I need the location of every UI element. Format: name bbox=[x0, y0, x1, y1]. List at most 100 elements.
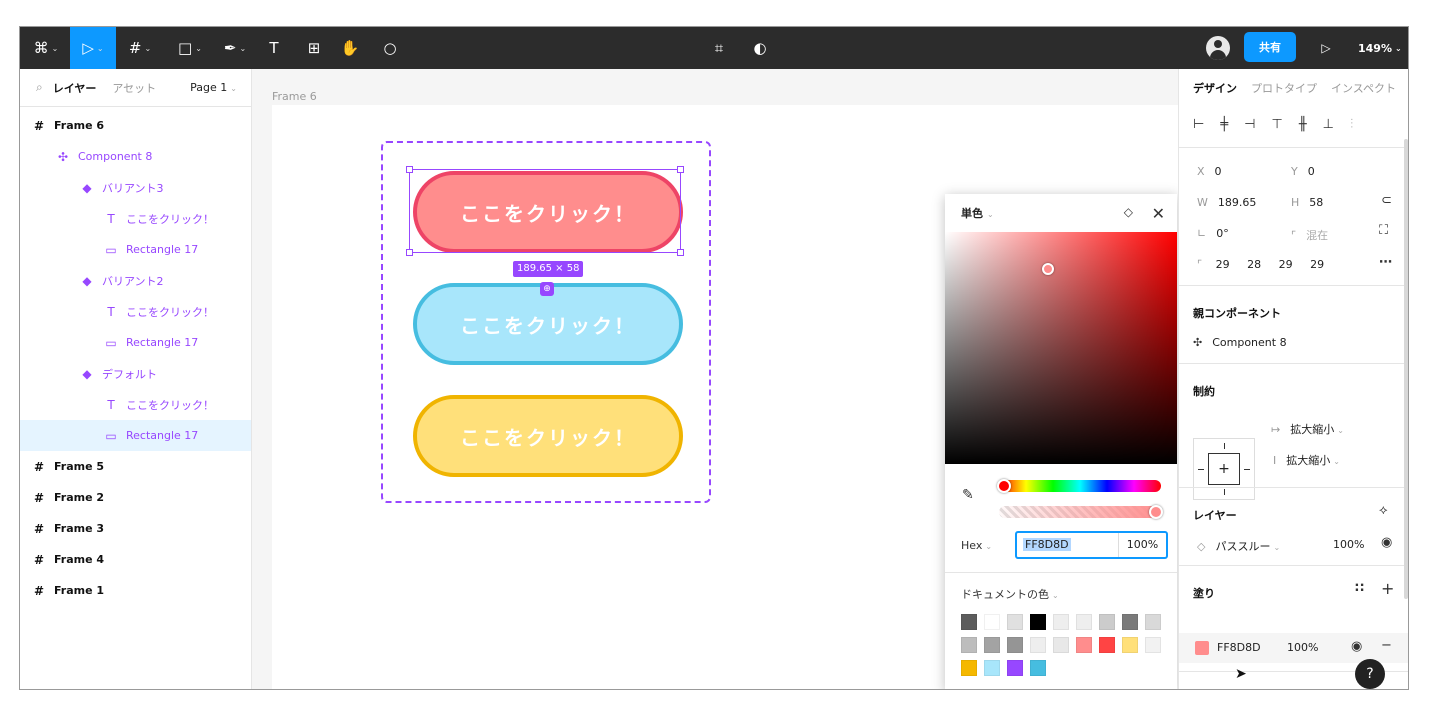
hue-slider[interactable] bbox=[997, 479, 1161, 493]
layer-item[interactable]: ◆ デフォルト bbox=[20, 358, 251, 389]
resize-handle[interactable] bbox=[406, 166, 413, 173]
hex-input[interactable]: FF8D8D 100% bbox=[1015, 531, 1168, 559]
layer-item[interactable]: T ここをクリック！ bbox=[20, 296, 251, 327]
opacity-slider[interactable] bbox=[999, 505, 1163, 519]
color-swatch[interactable] bbox=[961, 614, 977, 630]
constraint-widget[interactable]: + bbox=[1193, 438, 1255, 500]
color-swatch[interactable] bbox=[1030, 637, 1046, 653]
tab-layers[interactable]: レイヤー bbox=[53, 80, 97, 96]
color-swatch[interactable] bbox=[984, 637, 1000, 653]
fill-type-dropdown[interactable]: 単色 ⌄ bbox=[961, 205, 994, 221]
frame-name-label[interactable]: Frame 6 bbox=[272, 90, 317, 103]
hand-tool-button[interactable]: ✋ bbox=[336, 27, 364, 69]
height-field[interactable]: H 58 bbox=[1291, 196, 1323, 209]
component-set-outline[interactable]: ここをクリック！ ここをクリック！ ここをクリック！ 189.65 × 58 ⊕ bbox=[381, 141, 711, 503]
fill-row[interactable]: FF8D8D 100% ◉ − bbox=[1179, 633, 1408, 663]
saturation-value-square[interactable] bbox=[945, 232, 1177, 464]
layer-item[interactable]: T ここをクリック！ bbox=[20, 389, 251, 420]
layer-item[interactable]: # Frame 6 bbox=[20, 110, 251, 141]
alpha-input[interactable]: 100% bbox=[1118, 533, 1166, 557]
search-icon[interactable]: ⌕ bbox=[36, 80, 43, 95]
page-selector[interactable]: Page 1 ⌄ bbox=[190, 81, 237, 94]
layer-item[interactable]: # Frame 2 bbox=[20, 482, 251, 513]
tab-inspect[interactable]: インスペクト bbox=[1331, 80, 1396, 96]
pen-tool-button[interactable]: ✒ ⌄ bbox=[215, 27, 255, 69]
color-swatch[interactable] bbox=[1053, 637, 1069, 653]
resize-handle[interactable] bbox=[677, 166, 684, 173]
blend-drop-icon[interactable]: ◇ bbox=[1124, 205, 1133, 219]
tab-assets[interactable]: アセット bbox=[112, 80, 156, 96]
component-tools-button[interactable]: ⌗ bbox=[705, 27, 733, 69]
color-swatch[interactable] bbox=[1076, 637, 1092, 653]
color-swatch[interactable] bbox=[1076, 614, 1092, 630]
color-knob[interactable] bbox=[1042, 263, 1054, 275]
width-field[interactable]: W 189.65 bbox=[1197, 196, 1256, 209]
eyedropper-icon[interactable]: ✎ bbox=[962, 487, 974, 503]
zoom-dropdown[interactable]: 149% ⌄ bbox=[1358, 27, 1402, 69]
y-field[interactable]: Y0 bbox=[1291, 165, 1315, 178]
hue-knob[interactable] bbox=[997, 479, 1011, 493]
crosshair-icon[interactable]: ⊕ bbox=[540, 282, 554, 296]
add-fill-icon[interactable]: + bbox=[1381, 579, 1394, 598]
resize-handle[interactable] bbox=[406, 249, 413, 256]
blend-mode-dropdown[interactable]: ◇ パススルー ⌄ bbox=[1197, 538, 1280, 554]
canvas[interactable]: Frame 6 ここをクリック！ ここをクリック！ ここをクリック！ 189.6… bbox=[252, 69, 1178, 689]
text-tool-button[interactable]: T bbox=[260, 27, 288, 69]
color-swatch[interactable] bbox=[1030, 614, 1046, 630]
radius-top-right[interactable]: 28 bbox=[1247, 258, 1261, 271]
layer-item[interactable]: # Frame 3 bbox=[20, 513, 251, 544]
comment-tool-button[interactable]: ○ bbox=[376, 27, 404, 69]
hex-value[interactable]: FF8D8D bbox=[1023, 538, 1071, 551]
layer-opacity-field[interactable]: 100% bbox=[1333, 538, 1364, 551]
radius-top-left[interactable]: 29 bbox=[1216, 258, 1230, 271]
present-button[interactable]: ▷ bbox=[1312, 27, 1340, 69]
color-swatch[interactable] bbox=[1122, 614, 1138, 630]
align-center-h-icon[interactable]: ╪ bbox=[1220, 117, 1228, 132]
frame-tool-button[interactable]: # ⌄ bbox=[120, 27, 160, 69]
layer-item[interactable]: T ここをクリック！ bbox=[20, 203, 251, 234]
corner-radius-field[interactable]: ⌜ 混在 bbox=[1291, 227, 1328, 243]
layer-item[interactable]: ▭ Rectangle 17 bbox=[20, 327, 251, 358]
tab-prototype[interactable]: プロトタイプ bbox=[1251, 80, 1317, 96]
move-tool-button[interactable]: ▷ ⌄ bbox=[70, 27, 116, 69]
document-colors-dropdown[interactable]: ドキュメントの色 ⌄ bbox=[961, 586, 1059, 602]
color-swatch[interactable] bbox=[1007, 660, 1023, 676]
radius-bottom-left[interactable]: 29 bbox=[1310, 258, 1324, 271]
distribute-icon[interactable]: ⫶ bbox=[1350, 117, 1353, 132]
color-swatch[interactable] bbox=[1007, 614, 1023, 630]
shape-tool-button[interactable]: □ ⌄ bbox=[170, 27, 210, 69]
horizontal-constraint-dropdown[interactable]: ↦ 拡大縮小 ⌄ bbox=[1271, 421, 1344, 437]
align-bottom-icon[interactable]: ⊥ bbox=[1323, 117, 1334, 132]
constraint-center[interactable]: + bbox=[1208, 453, 1240, 485]
color-swatch[interactable] bbox=[1030, 660, 1046, 676]
independent-corners-icon[interactable]: ⛶ bbox=[1379, 223, 1388, 238]
parent-component-link[interactable]: ✣ Component 8 bbox=[1193, 336, 1287, 349]
close-icon[interactable]: ✕ bbox=[1152, 204, 1165, 223]
layer-item[interactable]: # Frame 1 bbox=[20, 575, 251, 606]
opacity-knob[interactable] bbox=[1149, 505, 1163, 519]
avatar[interactable] bbox=[1206, 36, 1230, 60]
eye-icon[interactable]: ◉ bbox=[1351, 639, 1362, 654]
color-swatch[interactable] bbox=[1145, 637, 1161, 653]
align-center-v-icon[interactable]: ╫ bbox=[1299, 117, 1307, 132]
color-format-dropdown[interactable]: Hex ⌄ bbox=[961, 539, 992, 552]
share-button[interactable]: 共有 bbox=[1244, 32, 1296, 62]
constrain-proportions-icon[interactable]: ⊂ bbox=[1381, 193, 1392, 208]
color-swatch[interactable] bbox=[961, 660, 977, 676]
component-swap-icon[interactable]: ⟡ bbox=[1379, 503, 1388, 518]
tab-design[interactable]: デザイン bbox=[1193, 80, 1237, 96]
help-button[interactable]: ? bbox=[1355, 659, 1385, 689]
fill-opacity-value[interactable]: 100% bbox=[1287, 641, 1318, 654]
layer-item[interactable]: ▭ Rectangle 17 bbox=[20, 234, 251, 265]
main-menu-button[interactable]: ⌘ ⌄ bbox=[28, 27, 64, 69]
eye-icon[interactable]: ◉ bbox=[1381, 535, 1392, 550]
fill-swatch[interactable] bbox=[1195, 641, 1209, 655]
color-swatch[interactable] bbox=[1145, 614, 1161, 630]
color-swatch[interactable] bbox=[1007, 637, 1023, 653]
button-default[interactable]: ここをクリック！ bbox=[413, 395, 683, 477]
x-field[interactable]: X0 bbox=[1197, 165, 1222, 178]
color-swatch[interactable] bbox=[1122, 637, 1138, 653]
corner-radii-row[interactable]: ⌜ 29 28 29 29 bbox=[1197, 258, 1324, 271]
vertical-constraint-dropdown[interactable]: I 拡大縮小 ⌄ bbox=[1273, 452, 1340, 468]
layer-item[interactable]: # Frame 4 bbox=[20, 544, 251, 575]
